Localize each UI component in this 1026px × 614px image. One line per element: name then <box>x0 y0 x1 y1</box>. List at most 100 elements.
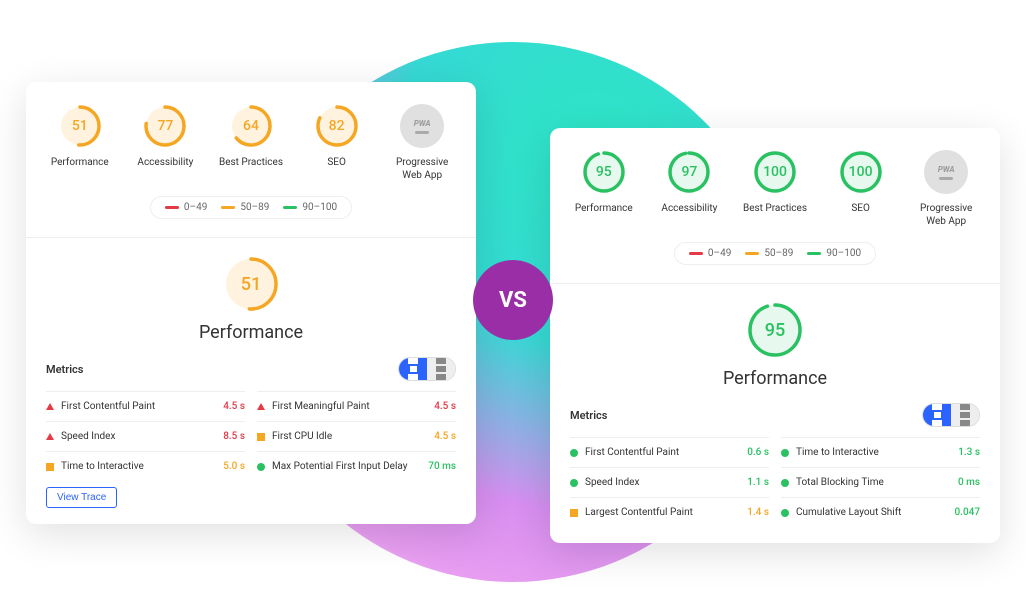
metrics-view-toggle[interactable] <box>398 357 456 381</box>
divider <box>550 283 1000 284</box>
metrics-columns: First Contentful Paint 4.5 s Speed Index 8.… <box>46 391 456 481</box>
triangle-red-icon <box>46 433 54 440</box>
gauge-label: Progressive Web App <box>912 202 980 228</box>
gauge-label: Performance <box>51 156 109 169</box>
gauge-accessibility: 77Accessibility <box>132 104 200 169</box>
score-legend: 0–49 50–89 90–100 <box>674 242 876 265</box>
vs-badge: VS <box>473 260 553 340</box>
metric-name: Speed Index <box>61 431 115 442</box>
legend-swatch <box>165 206 179 209</box>
metric-value: 8.5 s <box>223 431 245 442</box>
legend-swatch <box>689 252 703 255</box>
gauge-seo: 100SEO <box>827 150 895 215</box>
metric-value: 1.3 s <box>958 447 980 458</box>
gauge-label: Best Practices <box>219 156 283 169</box>
gauge-pwa: PWA Progressive Web App <box>912 150 980 228</box>
view-trace-button[interactable]: View Trace <box>46 487 117 508</box>
metric-value: 0 ms <box>958 477 980 488</box>
metric-row: Speed Index 8.5 s <box>46 421 245 451</box>
dot-green-icon <box>257 463 265 471</box>
gauge-pwa: PWA Progressive Web App <box>388 104 456 182</box>
legend-range: 90–100 <box>302 202 337 213</box>
metric-name: Speed Index <box>585 477 639 488</box>
toggle-compact-icon[interactable] <box>951 404 979 426</box>
legend-range: 0–49 <box>184 202 207 213</box>
performance-gauge-big: 95 <box>747 302 803 358</box>
metric-row: Max Potential First Input Delay 70 ms <box>257 451 456 481</box>
metric-row: Largest Contentful Paint1.4 s <box>570 497 769 527</box>
score-legend: 0–49 50–89 90–100 <box>150 196 352 219</box>
gauge-label: Progressive Web App <box>388 156 456 182</box>
performance-gauge-big: 51 <box>223 256 279 312</box>
metrics-columns: First Contentful Paint 0.6 s Speed Index 1.… <box>570 437 980 527</box>
gauge-accessibility: 97Accessibility <box>656 150 724 215</box>
triangle-red-icon <box>46 403 54 410</box>
dot-green-icon <box>781 449 789 457</box>
lighthouse-card-right: 95 Performance 97Accessibility 100Best Prac… <box>550 128 1000 543</box>
metric-row: Total Blocking Time 0 ms <box>781 467 980 497</box>
gauge-label: Performance <box>575 202 633 215</box>
metric-row: Time to Interactive 5.0 s <box>46 451 245 481</box>
gauge-label: Accessibility <box>661 202 717 215</box>
metric-value: 0.6 s <box>747 447 769 458</box>
gauge-best-practices: 100Best Practices <box>741 150 809 215</box>
metric-name: First Contentful Paint <box>585 447 679 458</box>
toggle-detailed-icon[interactable] <box>923 404 951 426</box>
toggle-compact-icon[interactable] <box>427 358 455 380</box>
triangle-red-icon <box>257 403 265 410</box>
metric-value: 1.1 s <box>747 477 769 488</box>
gauge-best-practices: 64Best Practices <box>217 104 285 169</box>
metrics-view-toggle[interactable] <box>922 403 980 427</box>
metric-value: 4.5 s <box>223 401 245 412</box>
metric-value: 4.5 s <box>434 401 456 412</box>
metrics-heading: Metrics <box>570 409 607 422</box>
pwa-icon: PWA <box>924 150 968 194</box>
metric-row: Speed Index 1.1 s <box>570 467 769 497</box>
gauge-label: SEO <box>851 202 870 215</box>
legend-swatch <box>283 206 297 209</box>
metric-name: Total Blocking Time <box>796 477 884 488</box>
pwa-icon: PWA <box>400 104 444 148</box>
legend-range: 50–89 <box>764 248 793 259</box>
metric-value: 0.047 <box>954 507 980 518</box>
metric-name: Time to Interactive <box>796 447 879 458</box>
metric-name: Time to Interactive <box>61 461 144 472</box>
toggle-detailed-icon[interactable] <box>399 358 427 380</box>
metric-row: First Meaningful Paint 4.5 s <box>257 391 456 421</box>
metric-name: First CPU Idle <box>272 431 332 442</box>
gauge-label: SEO <box>327 156 346 169</box>
metric-name: First Meaningful Paint <box>272 401 370 412</box>
legend-item: 50–89 <box>221 202 269 213</box>
dot-green-icon <box>781 479 789 487</box>
dot-green-icon <box>570 449 578 457</box>
performance-summary: 95 Performance <box>570 302 980 389</box>
dot-green-icon <box>570 479 578 487</box>
metric-name: First Contentful Paint <box>61 401 155 412</box>
performance-title: Performance <box>723 368 827 389</box>
metrics-heading: Metrics <box>46 363 83 376</box>
lighthouse-card-left: 51Performance77Accessibility64Best Pract… <box>26 82 476 524</box>
legend-range: 90–100 <box>826 248 861 259</box>
divider <box>26 237 476 238</box>
legend-range: 50–89 <box>240 202 269 213</box>
metric-row: First Contentful Paint 4.5 s <box>46 391 245 421</box>
legend-swatch <box>807 252 821 255</box>
metric-row: Time to Interactive 1.3 s <box>781 437 980 467</box>
performance-summary: 51 Performance <box>46 256 456 343</box>
metric-value: 1.4 s <box>747 507 769 518</box>
performance-title: Performance <box>199 322 303 343</box>
legend-item: 50–89 <box>745 248 793 259</box>
square-orange-icon <box>46 463 54 471</box>
dot-green-icon <box>781 509 789 517</box>
square-orange-icon <box>570 509 578 517</box>
metric-value: 70 ms <box>428 461 456 472</box>
metric-name: Cumulative Layout Shift <box>796 507 901 518</box>
metric-name: Max Potential First Input Delay <box>272 461 408 472</box>
gauge-label: Best Practices <box>743 202 807 215</box>
legend-swatch <box>745 252 759 255</box>
metric-value: 4.5 s <box>434 431 456 442</box>
metric-value: 5.0 s <box>223 461 245 472</box>
legend-item: 0–49 <box>689 248 731 259</box>
gauge-performance: 51Performance <box>46 104 114 169</box>
legend-swatch <box>221 206 235 209</box>
